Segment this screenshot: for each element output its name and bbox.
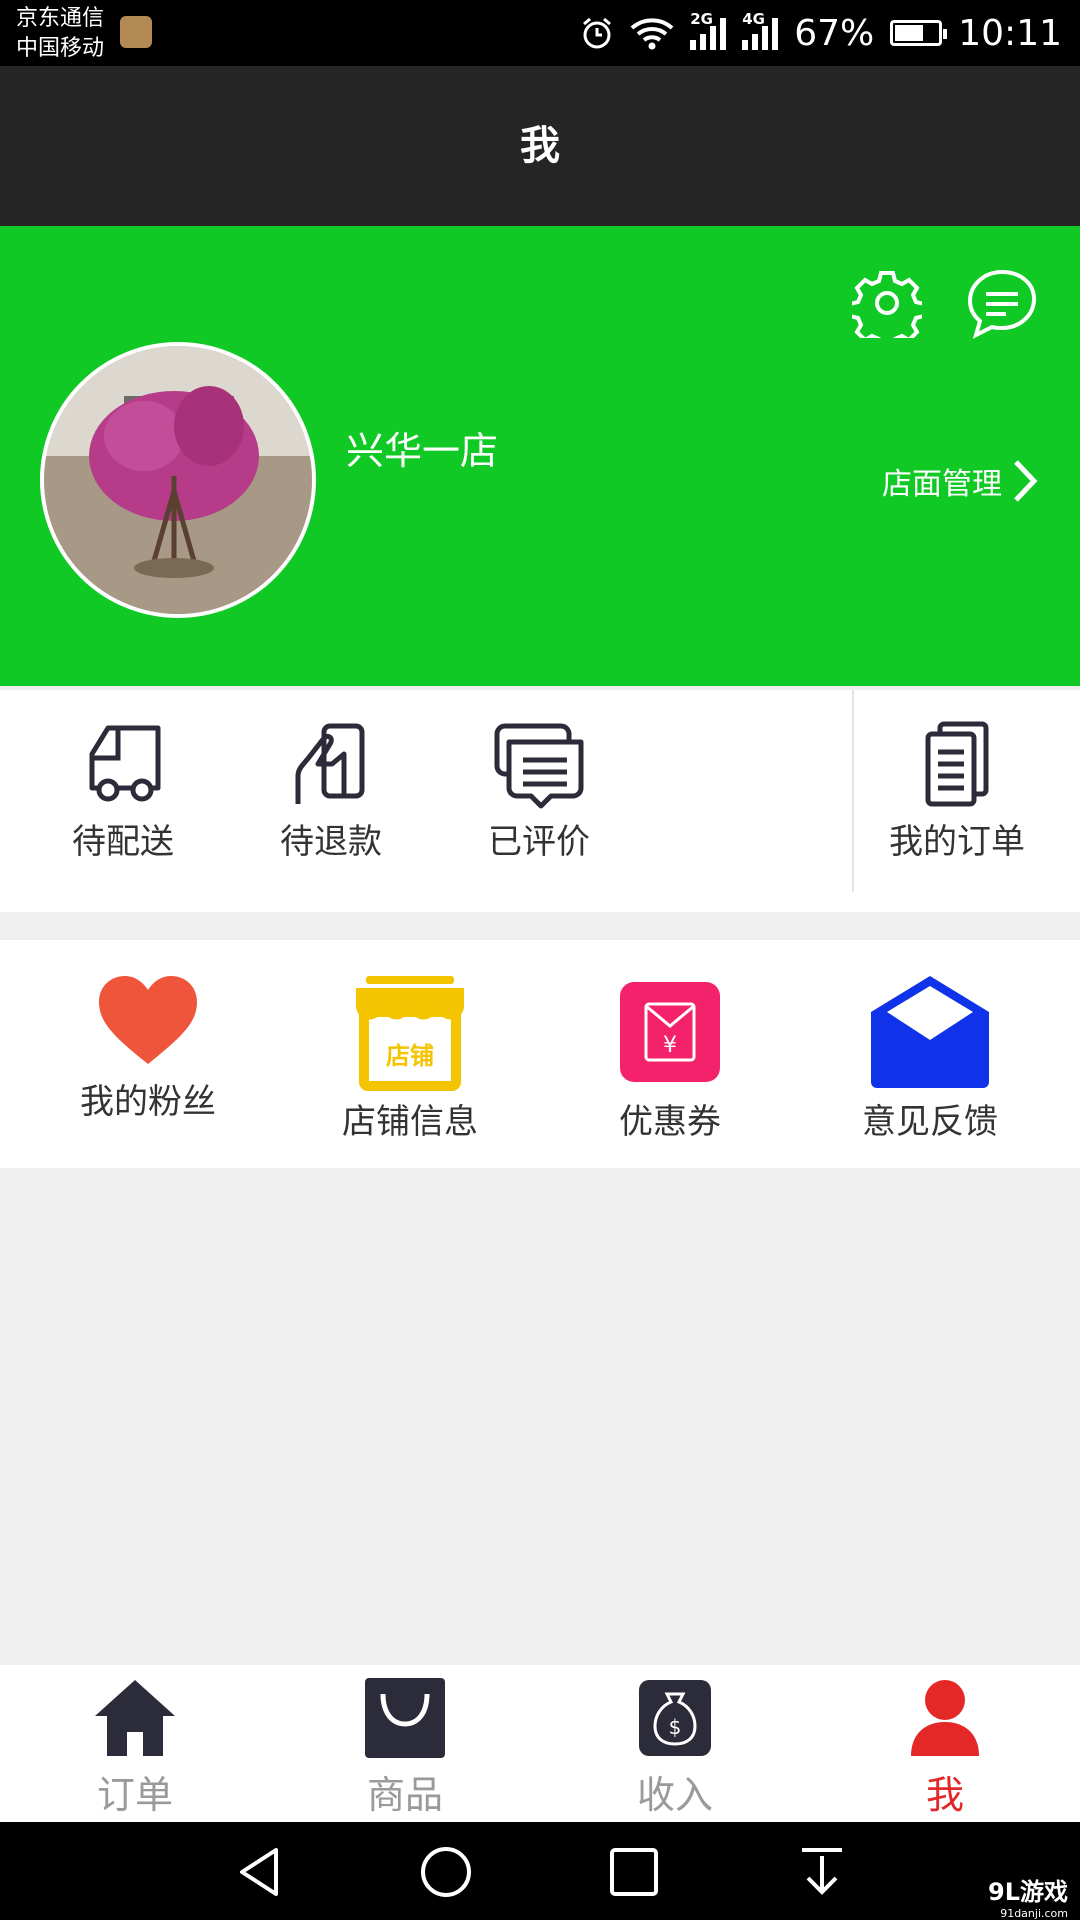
- store-avatar[interactable]: [40, 342, 316, 618]
- reviewed-label: 已评价: [488, 822, 590, 862]
- my-orders-button[interactable]: 我的订单: [862, 720, 1052, 863]
- back-icon[interactable]: [232, 1844, 288, 1900]
- bag-icon: [365, 1678, 445, 1758]
- my-orders-label: 我的订单: [889, 822, 1025, 862]
- pending-refund-button[interactable]: 待退款: [236, 720, 426, 863]
- person-icon: [911, 1680, 979, 1756]
- comments-icon: [494, 723, 584, 809]
- clock: 10:11: [958, 12, 1062, 54]
- feedback-button[interactable]: 意见反馈: [820, 972, 1040, 1143]
- recents-icon[interactable]: [606, 1844, 662, 1900]
- truck-icon: [89, 725, 161, 802]
- tab-products[interactable]: 商品: [305, 1676, 505, 1819]
- home-icon: [95, 1680, 175, 1756]
- wifi-icon: [630, 18, 674, 50]
- tab-income[interactable]: $ 收入: [575, 1676, 775, 1819]
- reviewed-button[interactable]: 已评价: [444, 720, 634, 863]
- store-photo: [44, 346, 312, 614]
- tab-products-label: 商品: [366, 1773, 443, 1817]
- watermark-brand: 9L游戏: [988, 1878, 1068, 1906]
- pending-delivery-button[interactable]: 待配送: [28, 720, 218, 863]
- store-manage-link[interactable]: 店面管理: [882, 458, 1040, 504]
- divider: [852, 690, 854, 892]
- notification-app-icon: [120, 16, 152, 48]
- money-bag-icon-text: $: [669, 1715, 682, 1739]
- coupon-icon-text: ¥: [663, 1033, 677, 1058]
- message-icon[interactable]: [966, 268, 1038, 340]
- pending-refund-label: 待退款: [280, 822, 382, 862]
- tab-orders-label: 订单: [96, 1773, 173, 1817]
- shop-icon-text: 店铺: [386, 1042, 434, 1070]
- coupon-button[interactable]: ¥ 优惠券: [560, 972, 780, 1143]
- shop-info-label: 店铺信息: [342, 1102, 478, 1142]
- my-fans-button[interactable]: 我的粉丝: [38, 972, 258, 1123]
- mail-icon: [871, 976, 989, 1088]
- battery-fill: [895, 25, 924, 41]
- coupon-icon: ¥: [620, 982, 720, 1082]
- document-icon: [925, 721, 989, 807]
- shop-info-button[interactable]: 店铺 店铺信息: [300, 972, 520, 1143]
- heart-icon: [99, 976, 197, 1064]
- feedback-label: 意见反馈: [862, 1102, 998, 1142]
- settings-gear-icon[interactable]: [852, 268, 922, 338]
- shop-icon: 店铺: [356, 976, 464, 1091]
- home-nav-icon[interactable]: [418, 1844, 474, 1900]
- notification-pull-icon[interactable]: [794, 1844, 850, 1900]
- chevron-right-icon: [1014, 460, 1038, 502]
- page-title: 我: [520, 123, 560, 169]
- tab-me[interactable]: 我: [845, 1676, 1045, 1819]
- battery-percent: 67%: [794, 12, 875, 54]
- coupon-label: 优惠券: [619, 1102, 721, 1142]
- battery-icon: [890, 20, 948, 46]
- signal-2g-icon: 2G: [690, 10, 727, 50]
- carrier-name-2: 中国移动: [16, 36, 105, 61]
- my-fans-label: 我的粉丝: [80, 1082, 216, 1122]
- status-indicators: 2G 4G 67% 10:11: [580, 8, 1062, 58]
- tab-orders[interactable]: 订单: [35, 1676, 235, 1819]
- system-nav-bar: [0, 1822, 1080, 1920]
- money-bag-icon: $: [639, 1680, 711, 1756]
- store-name: 兴华一店: [346, 429, 499, 473]
- watermark-site: 91danji.com: [1000, 1907, 1068, 1920]
- pending-delivery-label: 待配送: [72, 822, 174, 862]
- watermark: 9L游戏 91danji.com: [988, 1872, 1068, 1920]
- tab-income-label: 收入: [636, 1773, 713, 1817]
- alarm-icon: [583, 17, 612, 49]
- tab-me-label: 我: [925, 1773, 964, 1817]
- store-manage-label: 店面管理: [882, 467, 1002, 502]
- signal-4g-icon: 4G: [742, 10, 779, 50]
- refund-icon: [295, 723, 365, 804]
- carrier-name-1: 京东通信: [16, 6, 105, 31]
